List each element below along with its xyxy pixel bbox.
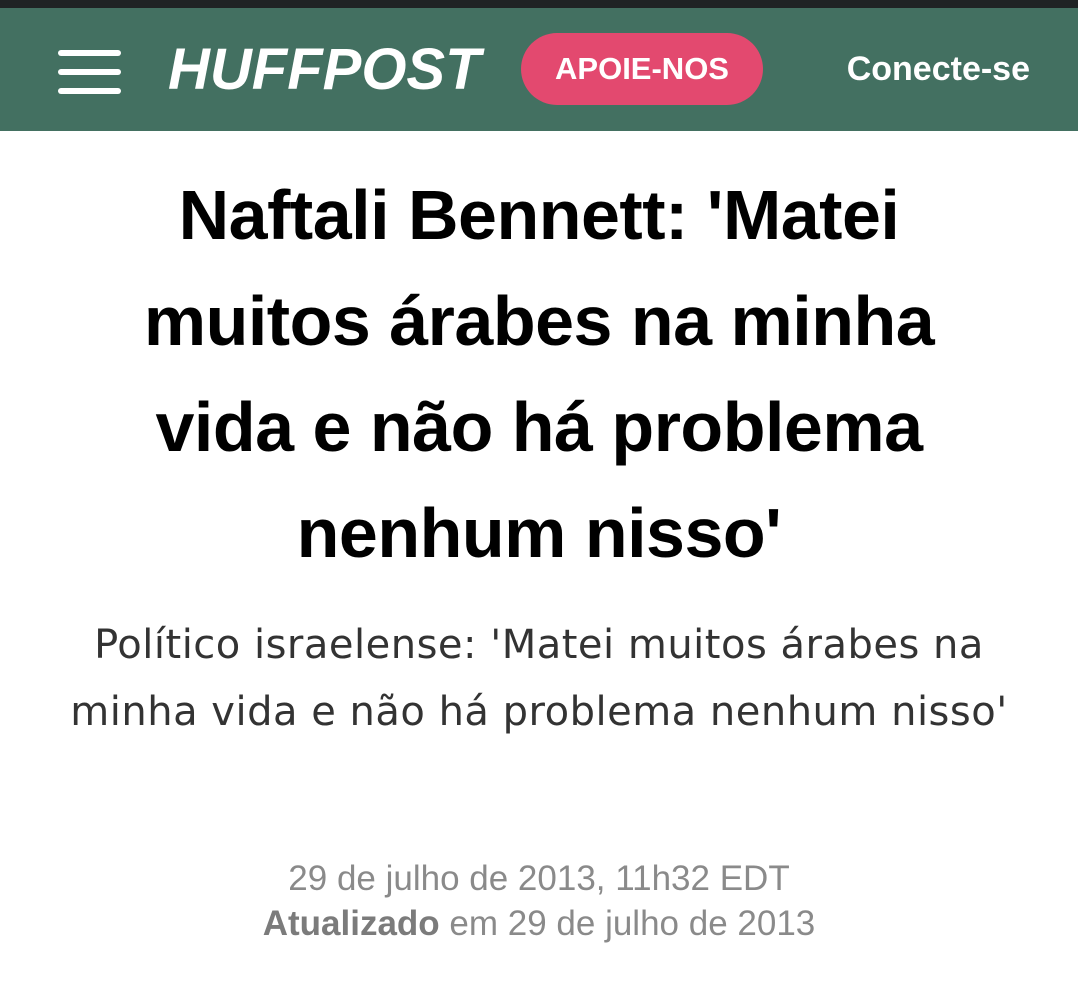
article-headline: Naftali Bennett: 'Matei muitos árabes na… [143, 176, 935, 572]
menu-bar [58, 88, 121, 94]
huffpost-logo[interactable]: HUFFPOST [168, 34, 481, 106]
support-button[interactable]: APOIE-NOS [521, 33, 763, 105]
menu-bar [58, 69, 121, 75]
status-strip [0, 0, 1078, 8]
updated-line: Atualizado em 29 de julho de 2013 [70, 901, 1008, 946]
hamburger-menu-icon[interactable] [58, 50, 121, 94]
menu-bar [58, 50, 121, 56]
login-link[interactable]: Conecte-se [847, 33, 1030, 105]
updated-date: em 29 de julho de 2013 [439, 904, 816, 943]
updated-label: Atualizado [262, 904, 440, 943]
article-subtitle: Político israelense: 'Matei muitos árabe… [70, 622, 1008, 735]
published-date: 29 de julho de 2013, 11h32 EDT [288, 859, 790, 898]
site-header: HUFFPOST APOIE-NOS Conecte-se [0, 8, 1078, 131]
article-meta: 29 de julho de 2013, 11h32 EDT Atualizad… [70, 856, 1008, 946]
